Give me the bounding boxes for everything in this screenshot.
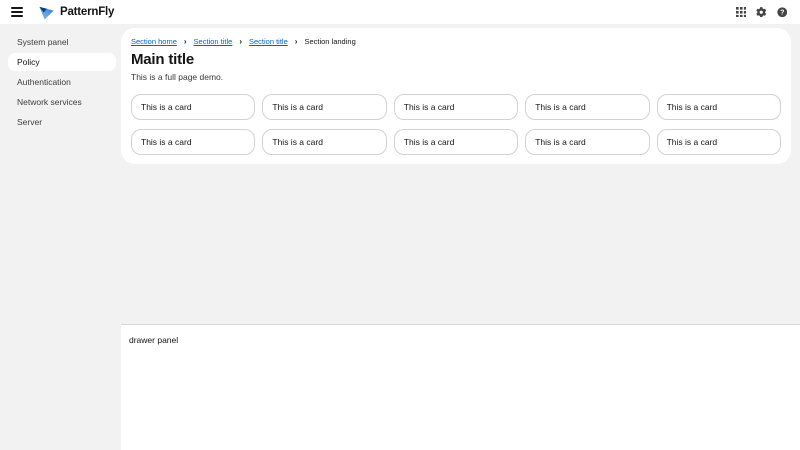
brand: PatternFly	[38, 4, 114, 21]
breadcrumb-link-section-home[interactable]: Section home	[131, 37, 177, 46]
drawer-panel: drawer panel	[121, 324, 800, 450]
page-layout: System panel Policy Authentication Netwo…	[0, 24, 800, 450]
chevron-right-icon: ›	[239, 38, 242, 46]
chevron-right-icon: ›	[295, 38, 298, 46]
app-launcher-grid-icon[interactable]	[735, 6, 748, 19]
breadcrumb-link-section-title-2[interactable]: Section title	[249, 37, 288, 46]
breadcrumb-link-section-title-1[interactable]: Section title	[194, 37, 233, 46]
settings-gear-icon[interactable]	[755, 6, 768, 19]
card: This is a card	[131, 94, 255, 120]
hamburger-icon[interactable]	[11, 7, 23, 17]
page-subtitle: This is a full page demo.	[131, 72, 781, 82]
card-grid: This is a card This is a card This is a …	[131, 94, 781, 155]
breadcrumb-current-section-landing: Section landing	[304, 37, 355, 46]
sidebar: System panel Policy Authentication Netwo…	[0, 24, 121, 450]
svg-text:?: ?	[780, 9, 784, 16]
masthead-actions: ?	[735, 6, 789, 19]
nav-list: System panel Policy Authentication Netwo…	[0, 33, 121, 131]
masthead: PatternFly ?	[0, 0, 800, 24]
card: This is a card	[262, 129, 386, 155]
content-area: Section home › Section title › Section t…	[121, 24, 800, 450]
card: This is a card	[394, 94, 518, 120]
sidebar-item-policy[interactable]: Policy	[8, 53, 116, 71]
main-panel: Section home › Section title › Section t…	[121, 28, 791, 164]
sidebar-item-authentication[interactable]: Authentication	[8, 73, 116, 91]
chevron-right-icon: ›	[184, 38, 187, 46]
brand-name: PatternFly	[60, 6, 114, 18]
sidebar-item-network-services[interactable]: Network services	[8, 93, 116, 111]
card: This is a card	[525, 94, 649, 120]
card: This is a card	[525, 129, 649, 155]
help-question-icon[interactable]: ?	[776, 6, 789, 19]
card: This is a card	[657, 94, 781, 120]
page-title: Main title	[131, 52, 781, 67]
card: This is a card	[262, 94, 386, 120]
sidebar-item-server[interactable]: Server	[8, 113, 116, 131]
card: This is a card	[657, 129, 781, 155]
card: This is a card	[394, 129, 518, 155]
patternfly-logo-icon	[38, 4, 55, 21]
drawer-panel-label: drawer panel	[129, 335, 178, 345]
breadcrumb: Section home › Section title › Section t…	[131, 37, 781, 46]
sidebar-item-system-panel[interactable]: System panel	[8, 33, 116, 51]
card: This is a card	[131, 129, 255, 155]
